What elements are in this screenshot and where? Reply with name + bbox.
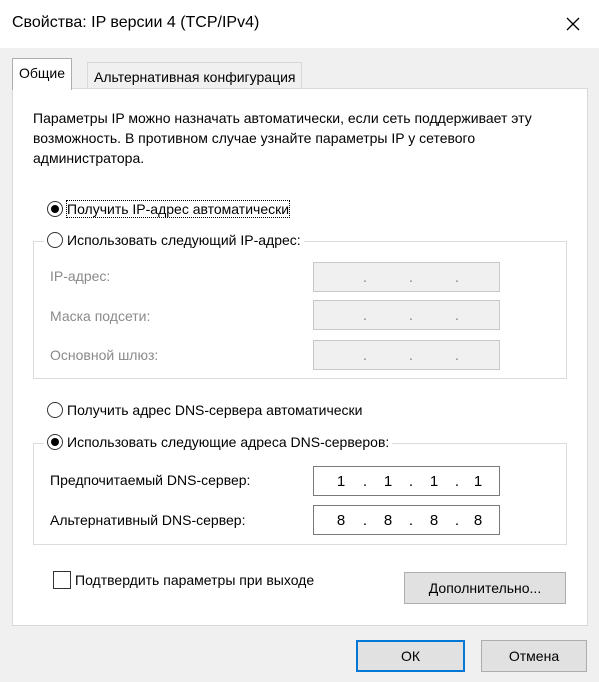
validate-on-exit-label: Подтвердить параметры при выходе	[75, 572, 315, 588]
ip-auto-radio[interactable]: Получить IP-адрес автоматически	[47, 200, 291, 218]
ip-manual-label: Использовать следующий IP-адрес:	[67, 232, 301, 248]
advanced-button[interactable]: Дополнительно...	[404, 572, 566, 604]
subnet-mask-field[interactable]: . . .	[313, 300, 500, 330]
alternate-dns-octet-4: 8	[473, 512, 483, 529]
dns-auto-radio[interactable]: Получить адрес DNS-сервера автоматически	[47, 402, 362, 418]
octet-separator: .	[362, 512, 368, 529]
preferred-dns-label: Предпочитаемый DNS-сервер:	[50, 472, 251, 488]
alternate-dns-label: Альтернативный DNS-сервер:	[50, 512, 246, 528]
default-gateway-field[interactable]: . . .	[313, 340, 500, 370]
ip-auto-radio-button[interactable]	[47, 201, 63, 217]
close-icon	[566, 17, 580, 31]
title-bar: Свойства: IP версии 4 (TCP/IPv4)	[0, 0, 599, 48]
default-gateway-label: Основной шлюз:	[50, 347, 159, 363]
alternate-dns-octet-1: 8	[336, 512, 346, 529]
advanced-button-label: Дополнительно...	[428, 580, 542, 596]
dns-auto-label: Получить адрес DNS-сервера автоматически	[67, 402, 363, 418]
validate-on-exit-box[interactable]	[53, 571, 71, 589]
validate-on-exit-checkbox[interactable]: Подтвердить параметры при выходе	[53, 571, 314, 589]
octet-separator: .	[454, 307, 460, 324]
octet-separator: .	[362, 269, 368, 286]
octet-separator: .	[454, 269, 460, 286]
window-title: Свойства: IP версии 4 (TCP/IPv4)	[12, 14, 260, 31]
dns-manual-radio-button[interactable]	[47, 434, 63, 450]
cancel-button[interactable]: Отмена	[481, 640, 587, 672]
close-button[interactable]	[553, 4, 593, 44]
alternate-dns-field[interactable]: 8 . 8 . 8 . 8	[313, 505, 500, 535]
preferred-dns-octet-3: 1	[429, 473, 439, 490]
ip-address-label: IP-адрес:	[50, 268, 111, 284]
ok-button[interactable]: ОК	[356, 640, 465, 672]
tab-general[interactable]: Общие	[12, 58, 73, 90]
ok-button-label: ОК	[400, 648, 421, 664]
ip-manual-radio[interactable]: Использовать следующий IP-адрес:	[44, 232, 304, 248]
ip-address-field[interactable]: . . .	[313, 262, 500, 292]
octet-separator: .	[408, 473, 414, 490]
ip-auto-label: Получить IP-адрес автоматически	[65, 200, 291, 218]
octet-separator: .	[362, 347, 368, 364]
octet-separator: .	[454, 473, 460, 490]
tab-alternate-config-label: Альтернативная конфигурация	[94, 69, 296, 85]
octet-separator: .	[362, 473, 368, 490]
alternate-dns-octet-3: 8	[429, 512, 439, 529]
octet-separator: .	[408, 269, 414, 286]
preferred-dns-octet-1: 1	[336, 473, 346, 490]
dns-manual-radio[interactable]: Использовать следующие адреса DNS-сервер…	[44, 434, 393, 450]
preferred-dns-octet-4: 1	[473, 473, 483, 490]
alternate-dns-octet-2: 8	[383, 512, 393, 529]
ip-manual-radio-button[interactable]	[47, 232, 63, 248]
octet-separator: .	[454, 512, 460, 529]
preferred-dns-octet-2: 1	[383, 473, 393, 490]
cancel-button-label: Отмена	[508, 648, 560, 664]
octet-separator: .	[408, 512, 414, 529]
description-text: Параметры IP можно назначать автоматичес…	[33, 110, 532, 166]
octet-separator: .	[454, 347, 460, 364]
octet-separator: .	[408, 307, 414, 324]
tab-alternate-config[interactable]: Альтернативная конфигурация	[87, 62, 303, 90]
tab-general-label: Общие	[19, 65, 66, 81]
dns-auto-radio-button[interactable]	[47, 402, 63, 418]
octet-separator: .	[408, 347, 414, 364]
octet-separator: .	[362, 307, 368, 324]
subnet-mask-label: Маска подсети:	[50, 308, 151, 324]
dns-manual-label: Использовать следующие адреса DNS-сервер…	[67, 434, 390, 450]
preferred-dns-field[interactable]: 1 . 1 . 1 . 1	[313, 466, 500, 496]
